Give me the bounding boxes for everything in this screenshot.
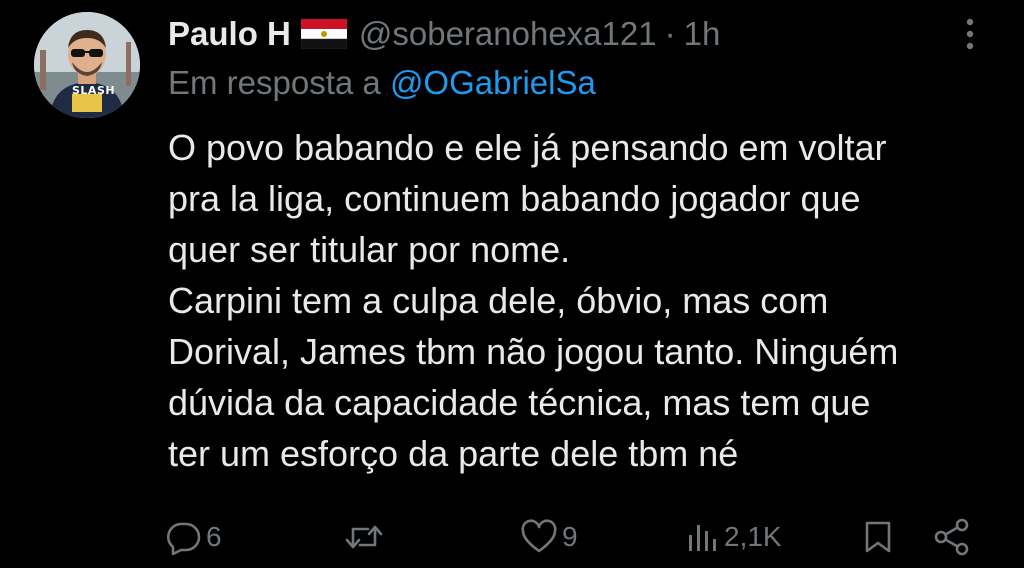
tweet-text-line: ter um esforço da parte dele tbm né [168, 433, 739, 474]
more-options-button[interactable] [958, 14, 982, 54]
reply-prefix: Em resposta a [168, 64, 381, 101]
views-button[interactable]: 2,1K [684, 512, 782, 562]
view-count: 2,1K [724, 521, 782, 552]
retweet-button[interactable] [344, 512, 384, 562]
reply-mention-link[interactable]: @OGabrielSa [390, 64, 596, 101]
tweet-text: O povo babando e ele já pensando em volt… [168, 122, 998, 479]
tweet-text-line: pra la liga, continuem babando jogador q… [168, 178, 861, 219]
heart-icon [521, 519, 557, 553]
avatar-image [34, 12, 140, 118]
tweet-text-line: quer ser titular por nome. [168, 229, 571, 270]
tweet-text-line: Carpini tem a culpa dele, óbvio, mas com [168, 280, 829, 321]
tweet-text-line: dúvida da capacidade técnica, mas tem qu… [168, 382, 871, 423]
share-button[interactable] [932, 512, 972, 562]
reply-context: Em resposta a @OGabrielSa [168, 64, 596, 102]
avatar-shirt-text: SLASH [72, 84, 116, 97]
action-bar: 6 9 2,1K [0, 512, 1024, 562]
tweet-text-line: Dorival, James tbm não jogou tanto. Ning… [168, 331, 899, 372]
bar-chart-icon [689, 525, 716, 551]
tweet-text-line: O povo babando e ele já pensando em volt… [168, 127, 887, 168]
like-button[interactable]: 9 [520, 512, 578, 562]
retweet-icon [345, 525, 383, 549]
bookmark-button[interactable] [862, 512, 894, 562]
reply-count: 6 [206, 521, 222, 552]
share-icon [934, 518, 969, 556]
display-name[interactable]: Paulo H [168, 15, 291, 53]
tweet[interactable]: SLASH Paulo H @soberanohexa121 · 1h Em r… [0, 0, 1024, 568]
user-handle[interactable]: @soberanohexa121 [359, 15, 657, 53]
avatar[interactable]: SLASH [34, 12, 140, 118]
speech-bubble-icon [166, 522, 201, 555]
tweet-header: Paulo H @soberanohexa121 · 1h [168, 12, 720, 56]
vertical-dots-icon [966, 18, 974, 50]
reply-button[interactable]: 6 [166, 512, 222, 562]
separator-dot: · [664, 15, 676, 52]
egypt-flag-icon [300, 19, 348, 50]
timestamp[interactable]: 1h [684, 15, 721, 53]
bookmark-icon [865, 521, 891, 553]
like-count: 9 [562, 521, 578, 552]
